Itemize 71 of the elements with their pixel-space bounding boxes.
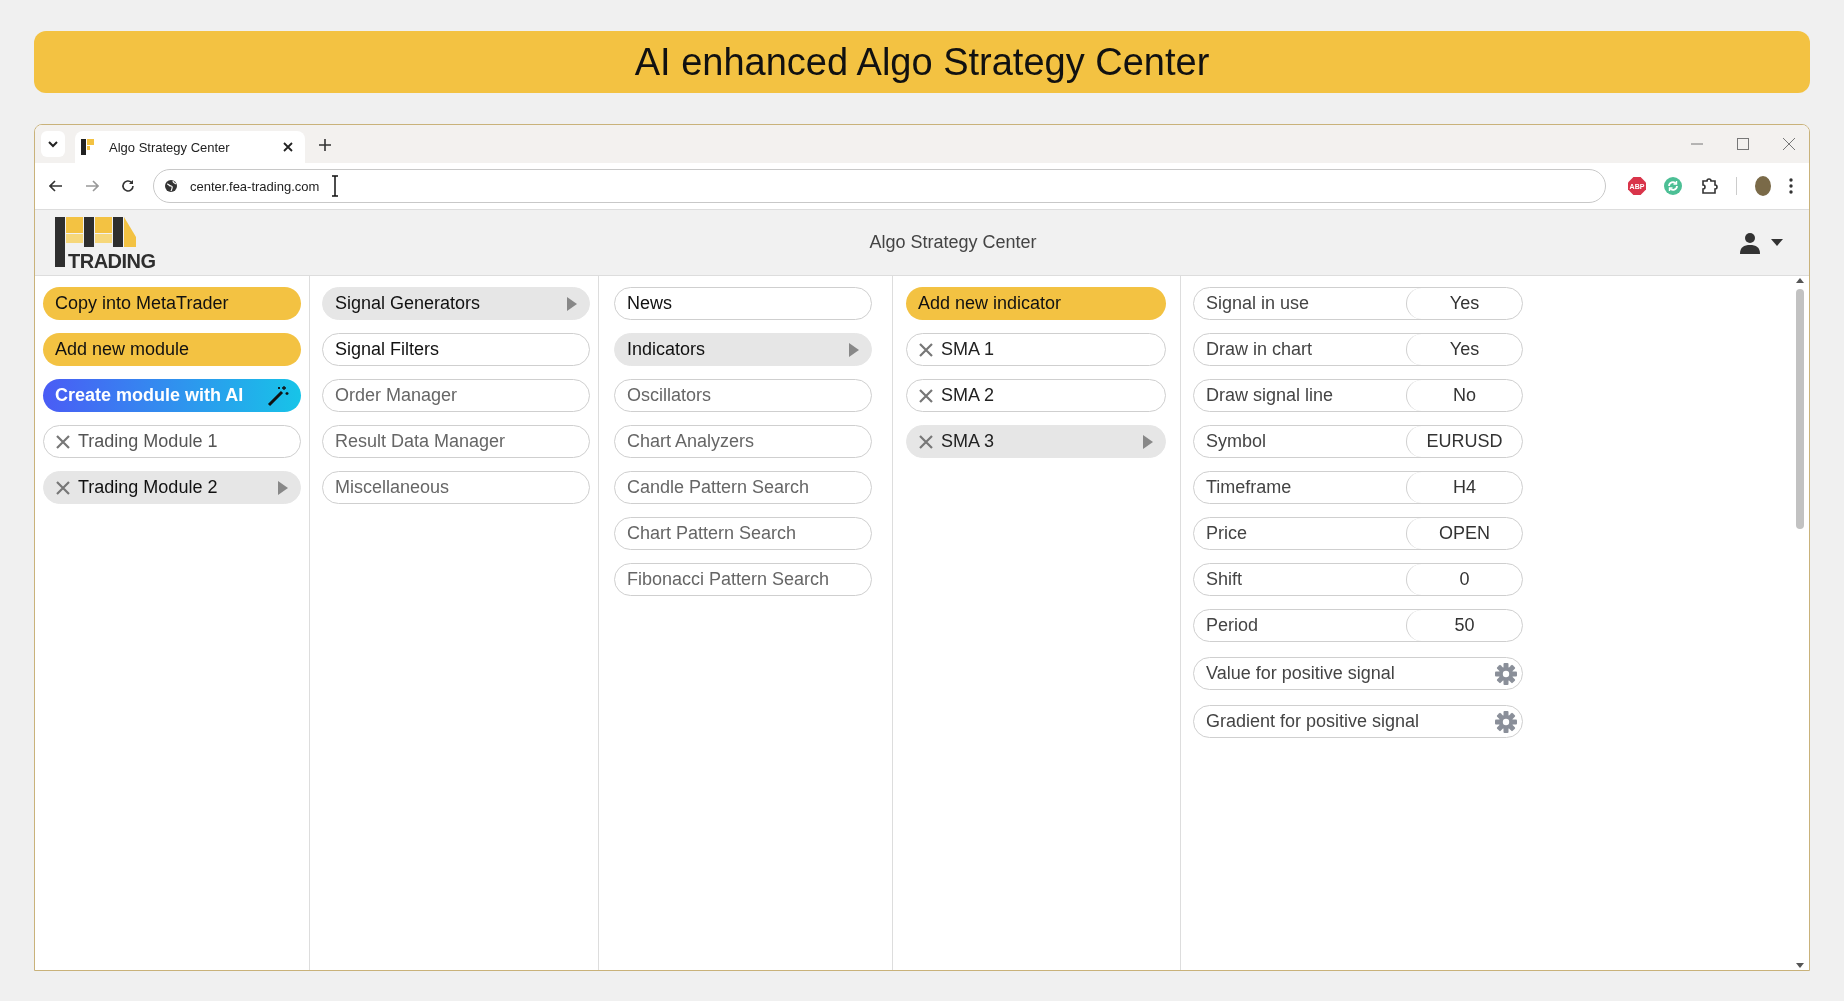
setting-label: Gradient for positive signal xyxy=(1205,711,1421,732)
menu-item[interactable]: Indicators xyxy=(614,333,872,366)
remove-icon[interactable] xyxy=(919,434,933,449)
settings-icon[interactable] xyxy=(1495,710,1517,733)
setting-label: Price xyxy=(1205,523,1248,544)
browser-tab[interactable]: Algo Strategy Center xyxy=(75,131,305,163)
expand-arrow-icon xyxy=(1143,434,1153,449)
scroll-down-icon[interactable] xyxy=(1796,963,1804,968)
setting-label: Period xyxy=(1205,615,1260,636)
setting-value-field[interactable]: No xyxy=(1406,380,1522,411)
scrollbar[interactable] xyxy=(1793,278,1807,968)
back-arrow-icon[interactable] xyxy=(49,180,63,192)
expand-arrow-icon xyxy=(849,342,859,357)
user-icon xyxy=(1739,231,1761,254)
scroll-up-icon[interactable] xyxy=(1796,278,1804,283)
title-banner: AI enhanced Algo Strategy Center xyxy=(34,31,1810,93)
settings-icon[interactable] xyxy=(1495,662,1517,685)
list-item[interactable]: Trading Module 1 xyxy=(43,425,301,458)
setting-label: Draw in chart xyxy=(1205,339,1314,360)
setting-value-field[interactable]: H4 xyxy=(1406,472,1522,503)
url-text: center.fea-trading.com xyxy=(190,178,320,194)
remove-icon[interactable] xyxy=(56,480,70,495)
ai-create-button[interactable]: Create module with AI xyxy=(43,379,301,412)
app-title: Algo Strategy Center xyxy=(868,232,1038,253)
text-cursor-icon xyxy=(331,175,340,197)
setting-value-field[interactable]: EURUSD xyxy=(1406,426,1522,457)
setting-value-field[interactable]: OPEN xyxy=(1406,518,1522,549)
profile-avatar[interactable] xyxy=(1755,176,1771,196)
maximize-icon[interactable] xyxy=(1737,138,1749,150)
setting-label: Symbol xyxy=(1205,431,1268,452)
remove-icon[interactable] xyxy=(56,434,70,449)
setting-label: Value for positive signal xyxy=(1205,663,1396,684)
menu-item[interactable]: Signal Generators xyxy=(322,287,590,320)
setting-value-field[interactable]: Yes xyxy=(1406,334,1522,365)
list-item[interactable]: Trading Module 2 xyxy=(43,471,301,504)
menu-item[interactable]: Signal Filters xyxy=(322,333,590,366)
setting-label: Shift xyxy=(1205,569,1244,590)
favicon-icon xyxy=(81,139,95,155)
logo-text: TRADING xyxy=(68,249,156,273)
list-item[interactable]: SMA 2 xyxy=(906,379,1166,412)
setting-value-field[interactable]: 0 xyxy=(1406,564,1522,595)
setting-value-field[interactable]: 50 xyxy=(1406,610,1522,641)
reload-icon[interactable] xyxy=(121,179,135,193)
setting-value-field[interactable]: Yes xyxy=(1406,288,1522,319)
menu-item[interactable]: News xyxy=(614,287,872,320)
more-menu-icon[interactable] xyxy=(1789,178,1793,194)
remove-icon[interactable] xyxy=(919,342,933,357)
new-tab-icon[interactable] xyxy=(319,139,331,151)
action-button[interactable]: Add new indicator xyxy=(906,287,1166,320)
action-button[interactable]: Add new module xyxy=(43,333,301,366)
user-menu-button[interactable] xyxy=(1739,231,1783,254)
setting-label: Signal in use xyxy=(1205,293,1311,314)
list-item[interactable]: SMA 1 xyxy=(906,333,1166,366)
expand-arrow-icon xyxy=(278,480,288,495)
close-icon[interactable] xyxy=(283,142,293,152)
magic-wand-icon xyxy=(267,384,289,407)
action-button[interactable]: Copy into MetaTrader xyxy=(43,287,301,320)
sync-extension-icon[interactable] xyxy=(1664,177,1682,195)
list-item[interactable]: SMA 3 xyxy=(906,425,1166,458)
globe-icon[interactable] xyxy=(164,179,178,193)
setting-label: Draw signal line xyxy=(1205,385,1335,406)
extensions-puzzle-icon[interactable] xyxy=(1700,177,1718,195)
tab-title: Algo Strategy Center xyxy=(109,139,231,155)
expand-arrow-icon xyxy=(567,296,577,311)
setting-label: Timeframe xyxy=(1205,477,1293,498)
caret-down-icon xyxy=(1771,239,1783,246)
scroll-thumb[interactable] xyxy=(1796,289,1804,529)
tab-list-button[interactable] xyxy=(41,131,65,157)
forward-arrow-icon[interactable] xyxy=(85,180,99,192)
chevron-down-icon xyxy=(48,140,58,148)
remove-icon[interactable] xyxy=(919,388,933,403)
